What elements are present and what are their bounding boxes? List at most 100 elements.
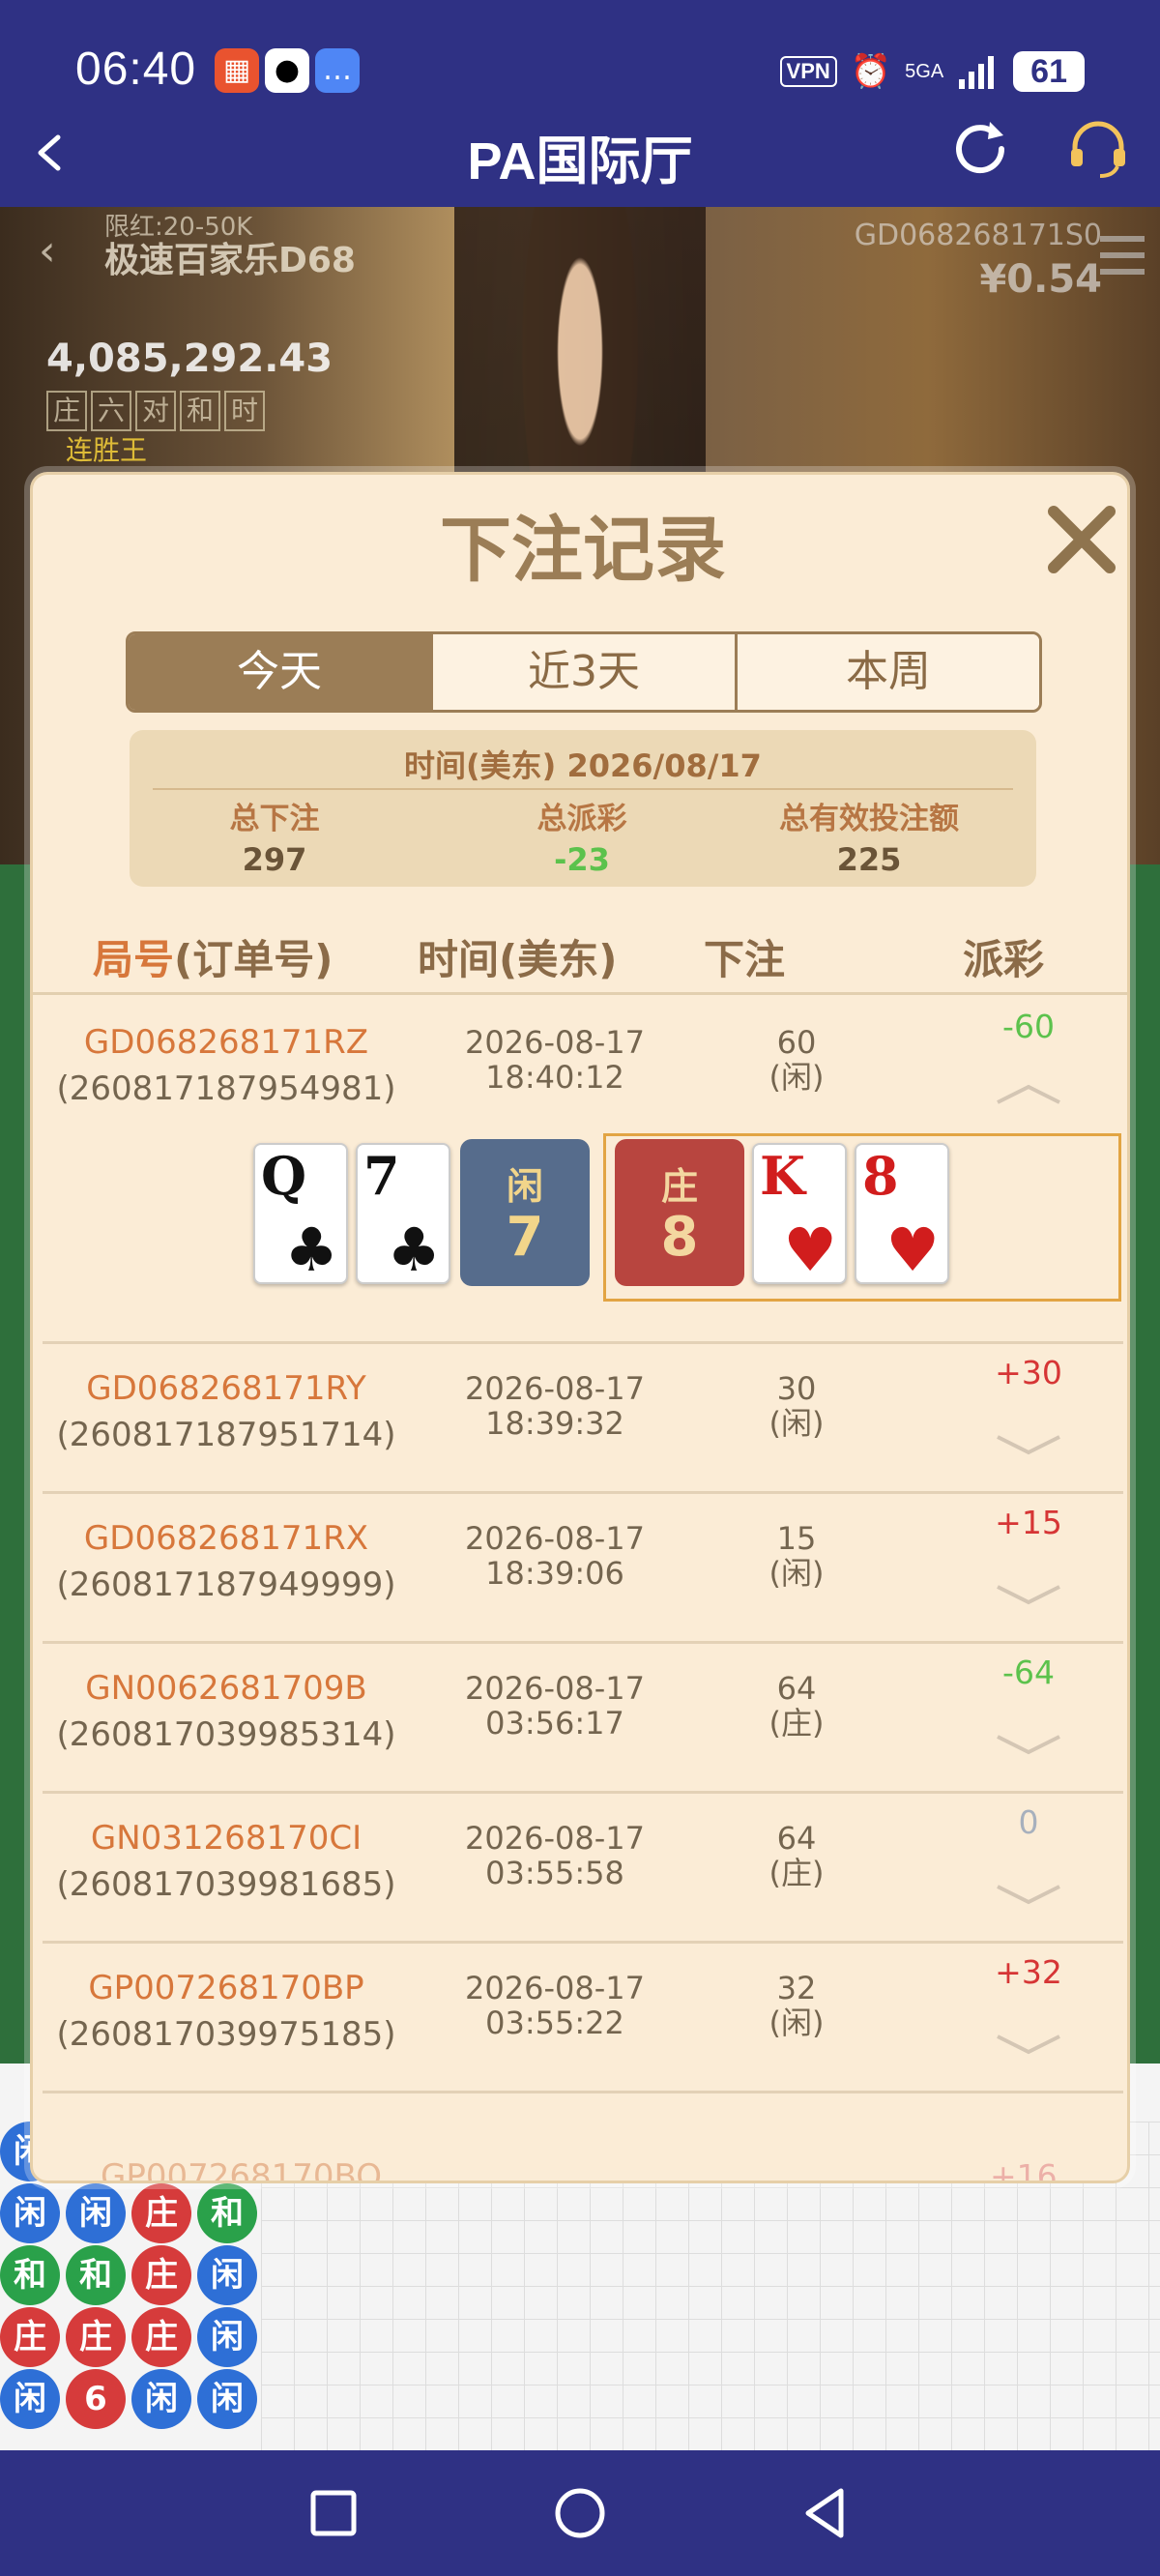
banker-card: K ♥ bbox=[752, 1143, 847, 1284]
road-cell: 闲 bbox=[197, 2369, 257, 2429]
banker-label: 庄 bbox=[660, 1165, 698, 1208]
total-bet-label: 总下注 bbox=[229, 802, 320, 836]
column-bet: 下注 bbox=[704, 936, 786, 983]
round-number[interactable]: GP007268170BP bbox=[43, 1965, 410, 2011]
game-back-icon[interactable]: ‹ bbox=[39, 226, 56, 276]
recent-apps-icon[interactable] bbox=[300, 2479, 367, 2547]
heart-icon: ♥ bbox=[885, 1215, 940, 1285]
round-number[interactable]: GD068268171RY bbox=[43, 1365, 410, 1412]
record-clock: 03:56:17 bbox=[485, 1705, 624, 1742]
chevron-down-icon[interactable] bbox=[992, 2031, 1065, 2060]
tab-this-week[interactable]: 本周 bbox=[735, 634, 1039, 710]
table-tag: 庄 bbox=[46, 391, 87, 431]
vpn-badge: VPN bbox=[779, 56, 837, 87]
road-cell: 闲 bbox=[66, 2183, 126, 2243]
game-result: Q ♣ 7 ♣ 闲 7 庄 8 K ♥ 8 ♥ bbox=[43, 1133, 1123, 1307]
payout-value: -64 bbox=[1002, 1654, 1055, 1691]
menu-icon[interactable] bbox=[1100, 236, 1145, 275]
round-number[interactable]: GD068268171RZ bbox=[43, 1019, 410, 1066]
record-clock: 03:55:58 bbox=[485, 1855, 624, 1891]
payout-value: 0 bbox=[1018, 1803, 1039, 1841]
close-icon[interactable] bbox=[1038, 496, 1125, 583]
heart-icon: ♥ bbox=[783, 1215, 837, 1285]
column-round: 局号 bbox=[93, 936, 175, 983]
customer-service-icon[interactable] bbox=[1063, 114, 1133, 184]
back-icon[interactable] bbox=[793, 2479, 860, 2547]
record-bet: 60 (闲) bbox=[700, 1025, 893, 1095]
order-number: (260817039975185) bbox=[56, 2015, 396, 2054]
record-time: 2026-08-17 18:39:06 bbox=[410, 1521, 700, 1591]
summary-panel: 时间(美东) 2026/08/17 总下注 297 总派彩 -23 总有效投注额… bbox=[130, 730, 1036, 887]
road-cell: 闲 bbox=[131, 2369, 191, 2429]
banker-score: 8 bbox=[660, 1206, 699, 1269]
player-card: Q ♣ bbox=[253, 1143, 348, 1284]
records-header: 局号 (订单号) 时间(美东) 下注 派彩 bbox=[33, 927, 1127, 995]
order-number: (260817187954981) bbox=[56, 1069, 396, 1108]
bet-amount: 30 bbox=[776, 1370, 817, 1407]
payout-value: +15 bbox=[995, 1504, 1062, 1541]
chevron-up-icon[interactable] bbox=[992, 1079, 1065, 1108]
road-cell: 闲 bbox=[197, 2245, 257, 2305]
alarm-icon: ⏰ bbox=[850, 53, 892, 90]
player-score-badge: 闲 7 bbox=[460, 1139, 590, 1286]
streak-label: 连胜王 bbox=[66, 434, 148, 466]
refresh-icon[interactable] bbox=[945, 114, 1015, 184]
total-payout-value: -23 bbox=[554, 841, 610, 878]
road-cell: 庄 bbox=[131, 2307, 191, 2367]
record-row[interactable]: GD068268171RY (260817187951714) 2026-08-… bbox=[43, 1344, 1123, 1494]
summary-divider bbox=[153, 788, 1013, 790]
date-range-tabs: 今天 近3天 本周 bbox=[126, 631, 1042, 713]
payout-value: +30 bbox=[995, 1354, 1062, 1391]
chevron-down-icon[interactable] bbox=[992, 1431, 1065, 1460]
record-row[interactable]: GD068268171RZ (260817187954981) 2026-08-… bbox=[43, 998, 1123, 1344]
record-bet: 64 (庄) bbox=[700, 1671, 893, 1741]
valid-bet-value: 225 bbox=[836, 841, 902, 878]
record-id: GD068268171RX (260817187949999) bbox=[43, 1515, 410, 1608]
tab-last-3-days[interactable]: 近3天 bbox=[430, 634, 735, 710]
total-payout-label: 总派彩 bbox=[536, 802, 627, 836]
game-amount: ¥0.54 bbox=[979, 257, 1102, 302]
card-rank: 7 bbox=[363, 1145, 400, 1207]
order-number: (260817187949999) bbox=[56, 1566, 396, 1604]
chevron-down-icon[interactable] bbox=[992, 1731, 1065, 1760]
bet-side: (庄) bbox=[768, 1705, 825, 1742]
bet-record-modal: 下注记录 今天 近3天 本周 时间(美东) 2026/08/17 总下注 297… bbox=[30, 472, 1130, 2183]
record-time: 2026-08-17 18:40:12 bbox=[410, 1025, 700, 1095]
record-row[interactable]: GN031268170CI (260817039981685) 2026-08-… bbox=[43, 1794, 1123, 1944]
record-clock: 03:55:22 bbox=[485, 2005, 624, 2041]
record-id: GD068268171RZ (260817187954981) bbox=[43, 1019, 410, 1112]
record-time: 2026-08-17 18:39:32 bbox=[410, 1371, 700, 1441]
system-nav-bar bbox=[0, 2450, 1160, 2576]
player-card: 7 ♣ bbox=[356, 1143, 450, 1284]
home-icon[interactable] bbox=[546, 2479, 614, 2547]
record-clock: 18:40:12 bbox=[485, 1059, 624, 1096]
record-id: GN0062681709B (260817039985314) bbox=[43, 1665, 410, 1758]
tab-today[interactable]: 今天 bbox=[129, 634, 430, 710]
table-balance: 4,085,292.43 bbox=[46, 337, 334, 381]
round-number[interactable]: GN0062681709B bbox=[43, 1665, 410, 1712]
player-score: 7 bbox=[506, 1206, 544, 1269]
road-cell: 和 bbox=[197, 2183, 257, 2243]
summary-date: 时间(美东) 2026/08/17 bbox=[404, 747, 762, 784]
record-row[interactable]: GP007268170BP (260817039975185) 2026-08-… bbox=[43, 1944, 1123, 2093]
round-number[interactable]: GN031268170CI bbox=[43, 1815, 410, 1861]
record-row[interactable]: GD068268171RX (260817187949999) 2026-08-… bbox=[43, 1494, 1123, 1644]
total-payout: 总派彩 -23 bbox=[437, 794, 727, 878]
record-row[interactable]: GN0062681709B (260817039985314) 2026-08-… bbox=[43, 1644, 1123, 1794]
table-tag: 和 bbox=[180, 391, 220, 431]
card-rank: 8 bbox=[862, 1145, 899, 1207]
order-number: (260817187951714) bbox=[56, 1416, 396, 1454]
round-number[interactable]: GD068268171RX bbox=[43, 1515, 410, 1562]
table-name: 极速百家乐D68 bbox=[104, 241, 356, 280]
club-icon: ♣ bbox=[284, 1215, 338, 1285]
record-time: 2026-08-17 03:55:58 bbox=[410, 1821, 700, 1890]
top-bar: 06:40 ▦ ● … VPN ⏰ 5GA 61 PA国际厅 bbox=[0, 0, 1160, 207]
qq-icon: ● bbox=[265, 48, 309, 93]
round-number: GP007268170BO bbox=[101, 2157, 383, 2183]
record-row-partial[interactable]: GP007268170BO +16 bbox=[43, 2157, 1123, 2183]
record-bet: 30 (闲) bbox=[700, 1371, 893, 1441]
total-bet: 总下注 297 bbox=[130, 794, 420, 878]
chevron-down-icon[interactable] bbox=[992, 1881, 1065, 1910]
road-cell: 庄 bbox=[131, 2183, 191, 2243]
chevron-down-icon[interactable] bbox=[992, 1581, 1065, 1610]
